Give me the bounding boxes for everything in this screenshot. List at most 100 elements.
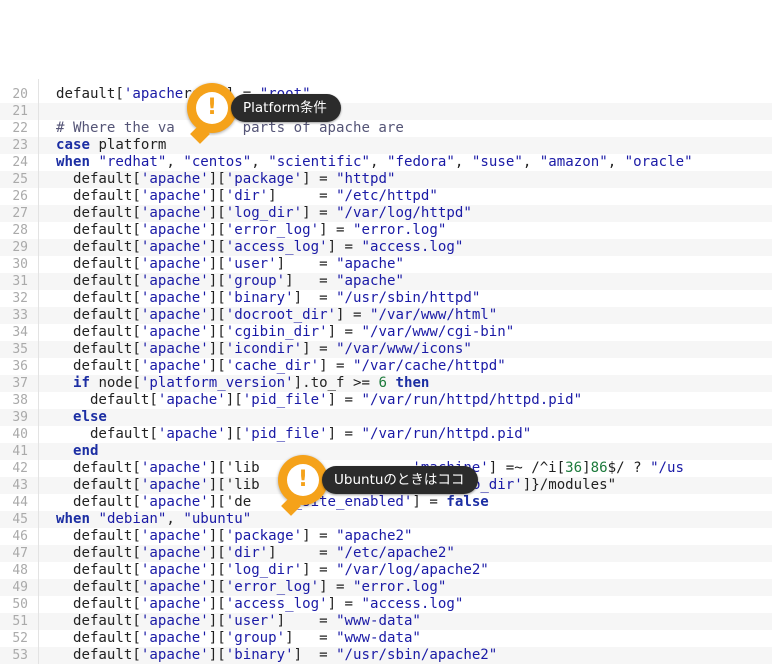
- line-number: 48: [12, 563, 28, 578]
- line-number: 47: [12, 546, 28, 561]
- code-text: default['apache']['group'] = "www-data": [56, 630, 421, 647]
- code-token: "redhat": [98, 154, 167, 170]
- code-text: default['apache']['dir'] = "/etc/apache2…: [56, 545, 455, 562]
- code-token: 'apache': [140, 494, 209, 510]
- code-token: 'pid_file': [242, 426, 328, 442]
- code-token: "oracle": [624, 154, 693, 170]
- code-line: 45 when "debian", "ubuntu": [0, 511, 772, 528]
- line-number: 28: [12, 223, 28, 238]
- code-token: default[: [56, 273, 141, 289]
- code-token: ] =: [302, 341, 337, 357]
- code-token: "www-data": [336, 613, 421, 629]
- code-line: 28 default['apache']['error_log'] = "err…: [0, 222, 772, 239]
- code-token: ] =: [285, 630, 337, 646]
- code-line: 27 default['apache']['log_dir'] = "/var/…: [0, 205, 772, 222]
- code-text: default['apache']['user'] = "www-data": [56, 613, 421, 630]
- code-token: ][: [208, 222, 226, 238]
- code-token: 'apache': [157, 392, 226, 408]
- line-number: 34: [12, 325, 28, 340]
- code-token: ][: [208, 273, 226, 289]
- code-token: 'group': [225, 630, 286, 646]
- callout-label: Ubuntuのときはココ: [322, 466, 479, 494]
- code-token: ]: [582, 460, 591, 476]
- line-number: 31: [12, 274, 28, 289]
- code-token: 'apache': [140, 528, 209, 544]
- code-token: default[: [56, 256, 141, 272]
- code-token: default[: [56, 528, 141, 544]
- code-token: default[: [56, 494, 141, 510]
- code-text: when "debian", "ubuntu": [56, 511, 251, 528]
- code-token: false: [446, 494, 489, 510]
- code-token: ] =: [276, 256, 337, 272]
- code-token: ] =: [412, 494, 447, 510]
- code-token: 'access_log': [225, 239, 328, 255]
- line-number: 42: [12, 461, 28, 476]
- code-token: 'log_dir': [225, 205, 303, 221]
- code-token: 'apache': [140, 239, 209, 255]
- line-number: 32: [12, 291, 28, 306]
- code-token: default[: [56, 86, 124, 102]
- code-token: 'apache': [140, 647, 209, 663]
- gutter-separator: [38, 79, 39, 664]
- code-line: 34 default['apache']['cgibin_dir'] = "/v…: [0, 324, 772, 341]
- code-text: default['apache']['dir'] = "/etc/httpd": [56, 188, 438, 205]
- code-token: 'pid_file': [242, 392, 328, 408]
- code-token: ,: [251, 154, 269, 170]
- exclamation-icon: !: [196, 92, 228, 124]
- code-token: default[: [56, 239, 141, 255]
- line-number: 36: [12, 359, 28, 374]
- code-token: ] =: [302, 171, 337, 187]
- code-token: "scientific": [268, 154, 371, 170]
- code-token: ] =: [293, 647, 337, 663]
- code-line: 52 default['apache']['group'] = "www-dat…: [0, 630, 772, 647]
- code-token: ][: [208, 528, 226, 544]
- code-line: 44 default['apache']['de _site_enabled']…: [0, 494, 772, 511]
- code-token: 86: [590, 460, 608, 476]
- code-token: "access.log": [361, 596, 464, 612]
- code-token: 'log_dir': [225, 562, 303, 578]
- code-token: "error.log": [353, 579, 447, 595]
- line-number: 37: [12, 376, 28, 391]
- code-token: 'apache: [123, 86, 184, 102]
- code-token: then: [395, 375, 430, 391]
- code-token: 'icondir': [225, 341, 303, 357]
- code-token: "/usr/sbin/apache2": [336, 647, 498, 663]
- code-text: default['apache']['icondir'] = "/var/www…: [56, 341, 472, 358]
- code-text: default['apache']['log_dir'] = "/var/log…: [56, 562, 489, 579]
- line-number: 21: [12, 104, 28, 119]
- code-token: default[: [56, 545, 141, 561]
- code-token: 'apache': [140, 358, 209, 374]
- code-text: default['apache']['package'] = "apache2": [56, 528, 412, 545]
- code-token: "/usr/sbin/httpd": [336, 290, 481, 306]
- code-text: if node['platform_version'].to_f >= 6 th…: [56, 375, 429, 392]
- line-number: 52: [12, 631, 28, 646]
- code-token: end: [56, 443, 99, 459]
- code-line: 25 default['apache']['package'] = "httpd…: [0, 171, 772, 188]
- line-number: 27: [12, 206, 28, 221]
- code-token: 'apache': [140, 630, 209, 646]
- code-line: 22 # Where the va parts of apache are: [0, 120, 772, 137]
- code-text: default['apache']['binary'] = "/usr/sbin…: [56, 290, 480, 307]
- code-text: default['apache']['de _site_enabled'] = …: [56, 494, 489, 511]
- code-line: 26 default['apache']['dir'] = "/etc/http…: [0, 188, 772, 205]
- code-text: default['apache']['error_log'] = "error.…: [56, 579, 446, 596]
- code-token: default[: [56, 613, 141, 629]
- code-token: ] =: [302, 528, 337, 544]
- code-token: 'docroot_dir': [225, 307, 337, 323]
- code-token: 'group': [225, 273, 286, 289]
- code-token: ][: [225, 426, 243, 442]
- code-token: "error.log": [353, 222, 447, 238]
- code-token: ,: [454, 154, 472, 170]
- code-token: ][: [208, 647, 226, 663]
- code-token: "apache": [336, 256, 404, 272]
- code-token: ,: [522, 154, 540, 170]
- code-token: "ubuntu": [183, 511, 252, 527]
- code-token: ] =: [319, 222, 354, 238]
- code-line: 37 if node['platform_version'].to_f >= 6…: [0, 375, 772, 392]
- code-token: default[: [56, 562, 141, 578]
- code-line: 20default['apacheroup'] = "root": [0, 86, 772, 103]
- code-token: ][: [208, 324, 226, 340]
- code-token: 'cgibin_dir': [225, 324, 328, 340]
- code-line: 46 default['apache']['package'] = "apach…: [0, 528, 772, 545]
- line-number: 45: [12, 512, 28, 527]
